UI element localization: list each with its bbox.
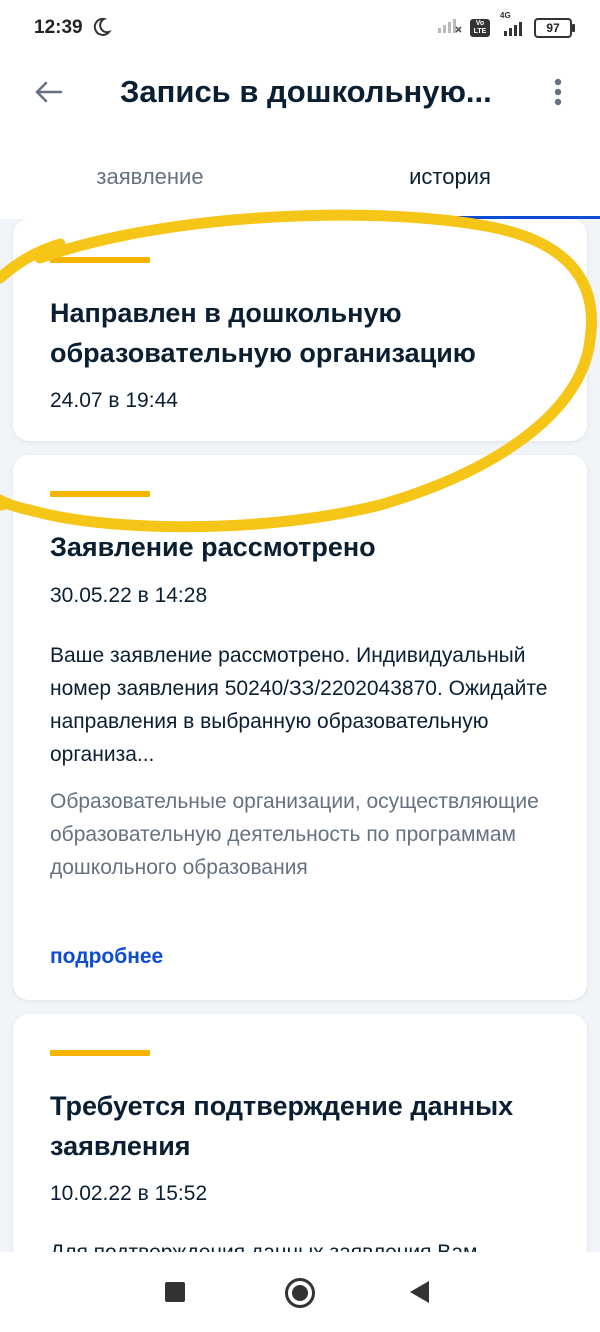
history-list[interactable]: Направлен в дошкольную образовательную о… <box>0 219 600 1252</box>
tab-application[interactable]: заявление <box>0 135 300 219</box>
back-arrow-icon <box>33 80 63 109</box>
card-title: Направлен в дошкольную образовательную о… <box>50 298 476 368</box>
status-time: 12:39 <box>34 17 83 38</box>
network-label: 4G <box>500 10 511 20</box>
back-triangle-icon[interactable] <box>410 1281 429 1303</box>
network-signal-icon: 4G <box>498 11 526 37</box>
home-icon[interactable] <box>285 1278 315 1308</box>
card-accent-line <box>50 491 150 497</box>
status-icons: Vo LTE 4G 97 <box>436 11 575 39</box>
recent-apps-icon[interactable] <box>165 1282 185 1302</box>
history-card: Направлен в дошкольную образовательную о… <box>13 219 587 441</box>
card-date: 24.07 в 19:44 <box>50 389 178 412</box>
battery-icon: 97 <box>534 17 575 38</box>
card-date: 30.05.22 в 14:28 <box>50 584 208 607</box>
card-title: Требуется подтверждение данных заявления <box>50 1091 514 1161</box>
card-organization: Образовательные организации, осуществляю… <box>50 790 539 879</box>
page-title: Запись в дошкольную... <box>120 74 492 109</box>
card-accent-line <box>50 1050 150 1056</box>
history-card: Требуется подтверждение данных заявления… <box>13 1014 587 1252</box>
card-title: Заявление рассмотрено <box>50 532 376 562</box>
signal-icon <box>436 16 462 39</box>
card-accent-line <box>50 257 150 263</box>
more-vertical-icon <box>554 78 562 111</box>
card-date: 10.02.22 в 15:52 <box>50 1182 208 1205</box>
back-button[interactable] <box>28 74 68 114</box>
more-options-button[interactable] <box>538 74 578 114</box>
app-bar: Запись в дошкольную... <box>0 60 600 135</box>
volte-icon: Vo LTE <box>470 18 490 37</box>
more-details-link[interactable]: подробнее <box>50 945 163 969</box>
system-nav-bar <box>0 1252 600 1332</box>
tab-bar: заявление история <box>0 135 600 219</box>
card-description: Для подтверждения данных заявления Вам <box>50 1236 560 1252</box>
tab-history[interactable]: история <box>300 135 600 219</box>
moon-icon <box>90 16 112 43</box>
history-card: Заявление рассмотрено 30.05.22 в 14:28 В… <box>13 455 587 1000</box>
card-description: Ваше заявление рассмотрено. Индивидуальн… <box>50 644 548 766</box>
status-bar: 12:39 Vo LTE 4G 97 <box>0 0 600 60</box>
